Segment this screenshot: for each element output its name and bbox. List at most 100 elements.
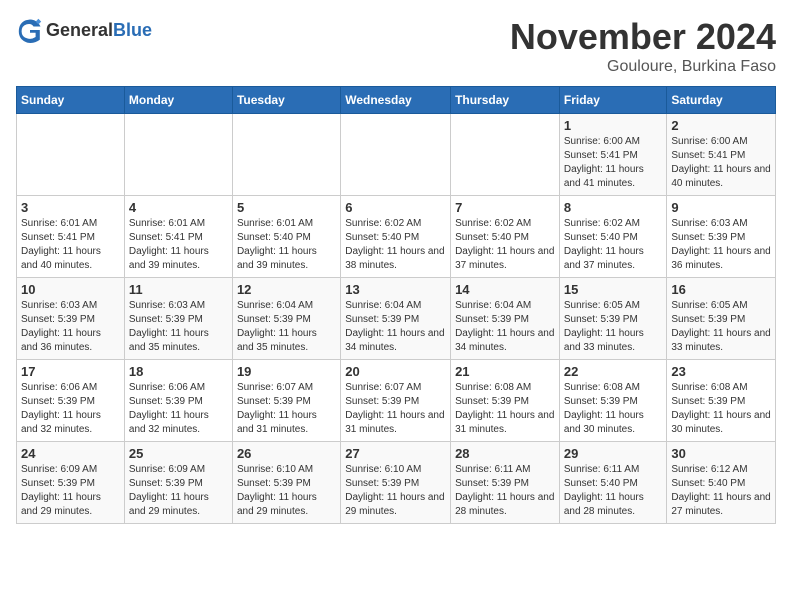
day-number: 27 — [345, 446, 446, 461]
calendar-cell: 30 Sunrise: 6:12 AM Sunset: 5:40 PM Dayli… — [667, 442, 776, 524]
day-number: 23 — [671, 364, 771, 379]
day-info: Sunrise: 6:10 AM Sunset: 5:39 PM Dayligh… — [237, 463, 336, 519]
day-info: Sunrise: 6:03 AM Sunset: 5:39 PM Dayligh… — [671, 217, 771, 273]
header: GeneralBlue November 2024 Gouloure, Burk… — [16, 16, 776, 76]
title-area: November 2024 Gouloure, Burkina Faso — [510, 16, 776, 76]
header-day-saturday: Saturday — [667, 87, 776, 114]
day-number: 22 — [564, 364, 663, 379]
day-number: 21 — [455, 364, 555, 379]
calendar-cell: 16 Sunrise: 6:05 AM Sunset: 5:39 PM Dayli… — [667, 278, 776, 360]
calendar-week-row: 17 Sunrise: 6:06 AM Sunset: 5:39 PM Dayli… — [17, 360, 776, 442]
calendar-week-row: 10 Sunrise: 6:03 AM Sunset: 5:39 PM Dayli… — [17, 278, 776, 360]
calendar-cell: 18 Sunrise: 6:06 AM Sunset: 5:39 PM Dayli… — [124, 360, 232, 442]
calendar: SundayMondayTuesdayWednesdayThursdayFrid… — [16, 86, 776, 524]
logo: GeneralBlue — [16, 16, 152, 44]
location-subtitle: Gouloure, Burkina Faso — [510, 58, 776, 76]
day-number: 16 — [671, 282, 771, 297]
day-number: 14 — [455, 282, 555, 297]
day-info: Sunrise: 6:01 AM Sunset: 5:40 PM Dayligh… — [237, 217, 336, 273]
day-number: 26 — [237, 446, 336, 461]
day-number: 2 — [671, 118, 771, 133]
calendar-cell — [17, 114, 125, 196]
calendar-cell: 4Sunrise: 6:01 AM Sunset: 5:41 PM Daylig… — [124, 196, 232, 278]
day-info: Sunrise: 6:03 AM Sunset: 5:39 PM Dayligh… — [21, 299, 120, 355]
day-info: Sunrise: 6:04 AM Sunset: 5:39 PM Dayligh… — [237, 299, 336, 355]
day-number: 6 — [345, 200, 446, 215]
calendar-week-row: 3Sunrise: 6:01 AM Sunset: 5:41 PM Daylig… — [17, 196, 776, 278]
calendar-cell: 11Sunrise: 6:03 AM Sunset: 5:39 PM Dayli… — [124, 278, 232, 360]
day-number: 15 — [564, 282, 663, 297]
day-number: 19 — [237, 364, 336, 379]
day-info: Sunrise: 6:11 AM Sunset: 5:39 PM Dayligh… — [455, 463, 555, 519]
day-info: Sunrise: 6:08 AM Sunset: 5:39 PM Dayligh… — [671, 381, 771, 437]
day-info: Sunrise: 6:02 AM Sunset: 5:40 PM Dayligh… — [345, 217, 446, 273]
header-day-tuesday: Tuesday — [232, 87, 340, 114]
day-number: 18 — [129, 364, 228, 379]
header-day-wednesday: Wednesday — [341, 87, 451, 114]
calendar-cell: 25 Sunrise: 6:09 AM Sunset: 5:39 PM Dayli… — [124, 442, 232, 524]
header-day-thursday: Thursday — [451, 87, 560, 114]
calendar-cell: 14 Sunrise: 6:04 AM Sunset: 5:39 PM Dayli… — [451, 278, 560, 360]
day-info: Sunrise: 6:06 AM Sunset: 5:39 PM Dayligh… — [21, 381, 120, 437]
day-number: 9 — [671, 200, 771, 215]
calendar-cell: 5 Sunrise: 6:01 AM Sunset: 5:40 PM Daylig… — [232, 196, 340, 278]
day-info: Sunrise: 6:08 AM Sunset: 5:39 PM Dayligh… — [455, 381, 555, 437]
day-info: Sunrise: 6:06 AM Sunset: 5:39 PM Dayligh… — [129, 381, 228, 437]
day-info: Sunrise: 6:04 AM Sunset: 5:39 PM Dayligh… — [455, 299, 555, 355]
calendar-cell: 12 Sunrise: 6:04 AM Sunset: 5:39 PM Dayli… — [232, 278, 340, 360]
calendar-cell: 7Sunrise: 6:02 AM Sunset: 5:40 PM Daylig… — [451, 196, 560, 278]
calendar-cell: 26 Sunrise: 6:10 AM Sunset: 5:39 PM Dayli… — [232, 442, 340, 524]
day-info: Sunrise: 6:02 AM Sunset: 5:40 PM Dayligh… — [564, 217, 663, 273]
header-day-monday: Monday — [124, 87, 232, 114]
day-number: 30 — [671, 446, 771, 461]
day-info: Sunrise: 6:10 AM Sunset: 5:39 PM Dayligh… — [345, 463, 446, 519]
calendar-cell: 19Sunrise: 6:07 AM Sunset: 5:39 PM Dayli… — [232, 360, 340, 442]
day-info: Sunrise: 6:07 AM Sunset: 5:39 PM Dayligh… — [345, 381, 446, 437]
calendar-cell: 28 Sunrise: 6:11 AM Sunset: 5:39 PM Dayli… — [451, 442, 560, 524]
day-info: Sunrise: 6:12 AM Sunset: 5:40 PM Dayligh… — [671, 463, 771, 519]
calendar-cell: 17 Sunrise: 6:06 AM Sunset: 5:39 PM Dayli… — [17, 360, 125, 442]
header-day-sunday: Sunday — [17, 87, 125, 114]
day-number: 17 — [21, 364, 120, 379]
calendar-cell: 23 Sunrise: 6:08 AM Sunset: 5:39 PM Dayli… — [667, 360, 776, 442]
day-info: Sunrise: 6:09 AM Sunset: 5:39 PM Dayligh… — [21, 463, 120, 519]
day-number: 7 — [455, 200, 555, 215]
calendar-cell: 29Sunrise: 6:11 AM Sunset: 5:40 PM Dayli… — [559, 442, 667, 524]
day-number: 10 — [21, 282, 120, 297]
calendar-cell: 21 Sunrise: 6:08 AM Sunset: 5:39 PM Dayli… — [451, 360, 560, 442]
calendar-cell: 1Sunrise: 6:00 AM Sunset: 5:41 PM Daylig… — [559, 114, 667, 196]
day-number: 5 — [237, 200, 336, 215]
calendar-cell: 10 Sunrise: 6:03 AM Sunset: 5:39 PM Dayli… — [17, 278, 125, 360]
calendar-cell — [124, 114, 232, 196]
calendar-cell: 2 Sunrise: 6:00 AM Sunset: 5:41 PM Daylig… — [667, 114, 776, 196]
day-info: Sunrise: 6:00 AM Sunset: 5:41 PM Dayligh… — [671, 135, 771, 191]
calendar-cell: 6 Sunrise: 6:02 AM Sunset: 5:40 PM Daylig… — [341, 196, 451, 278]
day-number: 29 — [564, 446, 663, 461]
day-info: Sunrise: 6:03 AM Sunset: 5:39 PM Dayligh… — [129, 299, 228, 355]
calendar-cell — [341, 114, 451, 196]
header-day-friday: Friday — [559, 87, 667, 114]
day-number: 3 — [21, 200, 120, 215]
calendar-cell: 9 Sunrise: 6:03 AM Sunset: 5:39 PM Daylig… — [667, 196, 776, 278]
logo-text: GeneralBlue — [46, 20, 152, 41]
logo-icon — [16, 16, 44, 44]
day-number: 4 — [129, 200, 228, 215]
day-number: 1 — [564, 118, 663, 133]
day-info: Sunrise: 6:05 AM Sunset: 5:39 PM Dayligh… — [671, 299, 771, 355]
day-number: 25 — [129, 446, 228, 461]
day-info: Sunrise: 6:04 AM Sunset: 5:39 PM Dayligh… — [345, 299, 446, 355]
day-number: 8 — [564, 200, 663, 215]
calendar-cell: 13 Sunrise: 6:04 AM Sunset: 5:39 PM Dayli… — [341, 278, 451, 360]
calendar-week-row: 1 Sunrise: 6:00 AM Sunset: 5:41 PM Daylig… — [17, 114, 776, 196]
calendar-week-row: 24Sunrise: 6:09 AM Sunset: 5:39 PM Dayli… — [17, 442, 776, 524]
calendar-cell — [451, 114, 560, 196]
day-number: 28 — [455, 446, 555, 461]
day-number: 20 — [345, 364, 446, 379]
month-title: November 2024 — [510, 16, 776, 58]
day-number: 13 — [345, 282, 446, 297]
day-number: 12 — [237, 282, 336, 297]
calendar-header-row: SundayMondayTuesdayWednesdayThursdayFrid… — [17, 87, 776, 114]
day-info: Sunrise: 6:09 AM Sunset: 5:39 PM Dayligh… — [129, 463, 228, 519]
day-info: Sunrise: 6:05 AM Sunset: 5:39 PM Dayligh… — [564, 299, 663, 355]
calendar-cell: 8 Sunrise: 6:02 AM Sunset: 5:40 PM Daylig… — [559, 196, 667, 278]
